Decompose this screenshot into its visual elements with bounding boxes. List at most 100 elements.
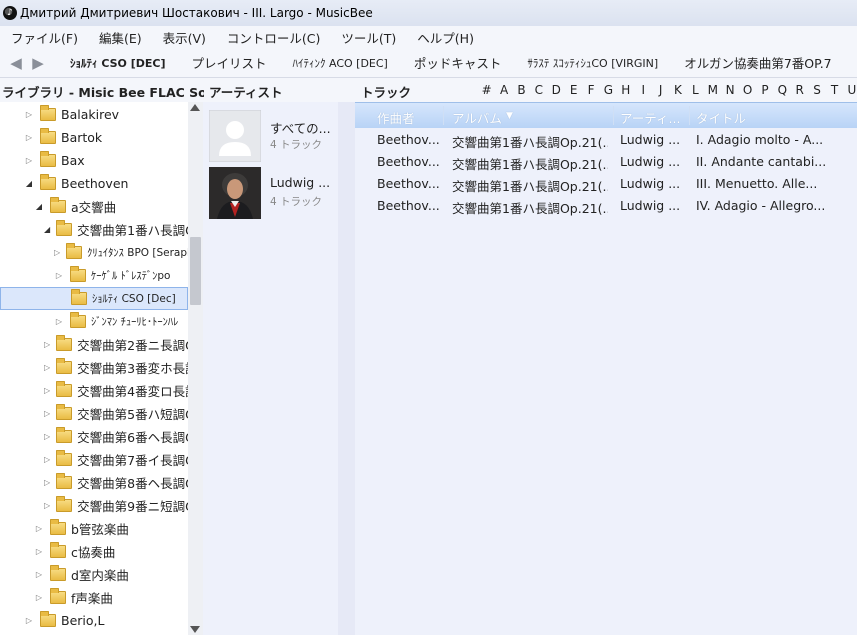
tree-item[interactable]: ▷ 交響曲第8番ヘ長調Op.93 <box>0 471 188 494</box>
musicbee-icon[interactable]: ♪ <box>3 6 17 20</box>
menu-view[interactable]: 表示(V) <box>152 28 216 47</box>
tree-item[interactable]: ▷ ｼﾞﾝﾏﾝ ﾁｭｰﾘﾋ･ﾄｰﾝﾊﾚ <box>0 310 188 333</box>
alphabet-letter[interactable]: I <box>635 83 652 97</box>
alphabet-letter[interactable]: D <box>548 83 565 97</box>
expand-arrow-icon[interactable]: ▷ <box>34 593 44 602</box>
alphabet-letter[interactable]: O <box>739 83 756 97</box>
tree-item[interactable]: ▷ f声楽曲 <box>0 586 188 609</box>
tree-item[interactable]: ▷ ｸﾘｭｲﾀﾝｽ BPO [Seraphim] <box>0 241 188 264</box>
scroll-up-arrow-icon[interactable] <box>190 104 200 111</box>
table-row[interactable]: Beethov... 交響曲第1番ハ長調Op.21(... Ludwig ... I.… <box>355 129 857 151</box>
expand-arrow-icon[interactable]: ▷ <box>34 547 44 556</box>
expand-arrow-icon[interactable]: ▷ <box>44 409 50 418</box>
table-row[interactable]: Beethov... 交響曲第1番ハ長調Op.21(... Ludwig ... IV… <box>355 195 857 217</box>
tree-item[interactable]: ▷ d室内楽曲 <box>0 563 188 586</box>
tree-item[interactable]: ▷ c協奏曲 <box>0 540 188 563</box>
expand-arrow-icon[interactable]: ▷ <box>34 570 44 579</box>
alphabet-letter[interactable]: Q <box>774 83 791 97</box>
table-row[interactable]: Beethov... 交響曲第1番ハ長調Op.21(... Ludwig ... II… <box>355 151 857 173</box>
panel-divider[interactable] <box>338 102 355 635</box>
tree-item[interactable]: ▷ b管弦楽曲 <box>0 517 188 540</box>
artist-item-all[interactable]: すべての... 4 トラック <box>208 106 338 162</box>
alphabet-letter[interactable]: B <box>513 83 530 97</box>
column-separator[interactable] <box>689 106 690 125</box>
alphabet-letter[interactable]: E <box>565 83 582 97</box>
tree-scrollbar[interactable] <box>188 102 203 635</box>
expand-arrow-icon[interactable]: ▷ <box>24 156 34 165</box>
menu-tools[interactable]: ツール(T) <box>330 28 406 47</box>
menu-file[interactable]: ファイル(F) <box>0 28 88 47</box>
collapse-arrow-icon[interactable]: ◢ <box>34 202 44 211</box>
sort-descending-icon[interactable]: ▼ <box>506 111 513 121</box>
alphabet-letter[interactable]: M <box>704 83 721 97</box>
expand-arrow-icon[interactable]: ▷ <box>44 340 50 349</box>
scroll-thumb[interactable] <box>190 237 201 305</box>
artist-item-ludwig[interactable]: Ludwig ... 4 トラック <box>208 163 338 219</box>
column-artist[interactable]: アーティ... <box>620 108 680 127</box>
tree-item[interactable]: ▷ 交響曲第7番イ長調Op.92 <box>0 448 188 471</box>
column-separator[interactable] <box>443 106 444 125</box>
menu-control[interactable]: コントロール(C) <box>216 28 330 47</box>
tab-0[interactable]: ｼｮﾙﾃｨ CSO [DEC] <box>57 55 178 71</box>
expand-arrow-icon[interactable]: ▷ <box>24 133 34 142</box>
alphabet-letter[interactable]: T <box>826 83 843 97</box>
tree-item[interactable]: ▷ ｹｰｹﾞﾙ ﾄﾞﾚｽﾃﾞﾝpo <box>0 264 188 287</box>
expand-arrow-icon[interactable]: ▷ <box>54 248 60 257</box>
tree-item[interactable]: ▷ Berio,L <box>0 609 188 632</box>
expand-arrow-icon[interactable]: ▷ <box>24 110 34 119</box>
alphabet-letter[interactable]: H <box>617 83 634 97</box>
expand-arrow-icon[interactable]: ▷ <box>44 432 50 441</box>
expand-arrow-icon[interactable]: ▷ <box>54 317 64 326</box>
expand-arrow-icon[interactable]: ▷ <box>34 524 44 533</box>
column-album[interactable]: アルバム <box>452 108 502 127</box>
alphabet-letter[interactable]: L <box>687 83 704 97</box>
table-row[interactable]: Beethov... 交響曲第1番ハ長調Op.21(... Ludwig ... II… <box>355 173 857 195</box>
collapse-arrow-icon[interactable]: ◢ <box>44 225 50 234</box>
alphabet-letter[interactable]: R <box>791 83 808 97</box>
expand-arrow-icon[interactable]: ▷ <box>24 616 34 625</box>
expand-arrow-icon[interactable]: ▷ <box>54 271 64 280</box>
column-title[interactable]: タイトル <box>696 108 746 127</box>
tree-item[interactable]: ▷ 交響曲第4番変ロ長調Op.60 <box>0 379 188 402</box>
alphabet-letter[interactable]: J <box>652 83 669 97</box>
tab-5[interactable]: オルガン協奏曲第7番OP.7 <box>671 53 844 72</box>
alphabet-letter[interactable]: U <box>843 83 857 97</box>
expand-arrow-icon[interactable]: ▷ <box>44 478 50 487</box>
tree-item[interactable]: ｼｮﾙﾃｨ CSO [Dec] <box>0 287 188 310</box>
tree-item[interactable]: ▷ 交響曲第6番ヘ長調Op.68 <box>0 425 188 448</box>
column-composer[interactable]: 作曲者 <box>377 108 415 127</box>
tree-item[interactable]: ◢ Beethoven <box>0 172 188 195</box>
alphabet-letter[interactable]: K <box>669 83 686 97</box>
tree-item[interactable]: ▷ 交響曲第9番ニ短調Op.125 <box>0 494 188 517</box>
alphabet-letter[interactable]: # <box>478 83 495 97</box>
alphabet-letter[interactable]: C <box>530 83 547 97</box>
alphabet-letter[interactable]: F <box>582 83 599 97</box>
alphabet-letter[interactable]: A <box>495 83 512 97</box>
tree-item[interactable]: ◢ a交響曲 <box>0 195 188 218</box>
alphabet-letter[interactable]: P <box>756 83 773 97</box>
expand-arrow-icon[interactable]: ▷ <box>44 386 50 395</box>
forward-arrow-icon[interactable]: ▶ <box>29 54 47 72</box>
alphabet-letter[interactable]: N <box>721 83 738 97</box>
tab-2[interactable]: ﾊｲﾃｨﾝｸ ACO [DEC] <box>280 55 401 71</box>
tree-item[interactable]: ▷ Bartok <box>0 126 188 149</box>
tree-item[interactable]: ▷ 交響曲第2番ニ長調Op.36 <box>0 333 188 356</box>
tree-item[interactable]: ▷ 交響曲第5番ハ短調Op.67 <box>0 402 188 425</box>
collapse-arrow-icon[interactable]: ◢ <box>24 179 34 188</box>
tree-item[interactable]: ▷ 交響曲第3番変ホ長調Op.55 <box>0 356 188 379</box>
alphabet-letter[interactable]: S <box>808 83 825 97</box>
expand-arrow-icon[interactable]: ▷ <box>44 363 50 372</box>
expand-arrow-icon[interactable]: ▷ <box>44 501 50 510</box>
column-separator[interactable] <box>613 106 614 125</box>
tab-3[interactable]: ポッドキャスト <box>401 53 515 72</box>
scroll-down-arrow-icon[interactable] <box>190 626 200 633</box>
alphabet-letter[interactable]: G <box>600 83 617 97</box>
expand-arrow-icon[interactable]: ▷ <box>44 455 50 464</box>
menu-edit[interactable]: 編集(E) <box>88 28 152 47</box>
back-arrow-icon[interactable]: ◀ <box>7 54 25 72</box>
tab-4[interactable]: ｻﾗｽﾃ ｽｺｯﾃｨｼｭCO [VIRGIN] <box>514 55 671 71</box>
tab-1[interactable]: プレイリスト <box>178 53 279 72</box>
menu-help[interactable]: ヘルプ(H) <box>406 28 484 47</box>
tree-item[interactable]: ▷ Bax <box>0 149 188 172</box>
tree-item[interactable]: ▷ Balakirev <box>0 103 188 126</box>
